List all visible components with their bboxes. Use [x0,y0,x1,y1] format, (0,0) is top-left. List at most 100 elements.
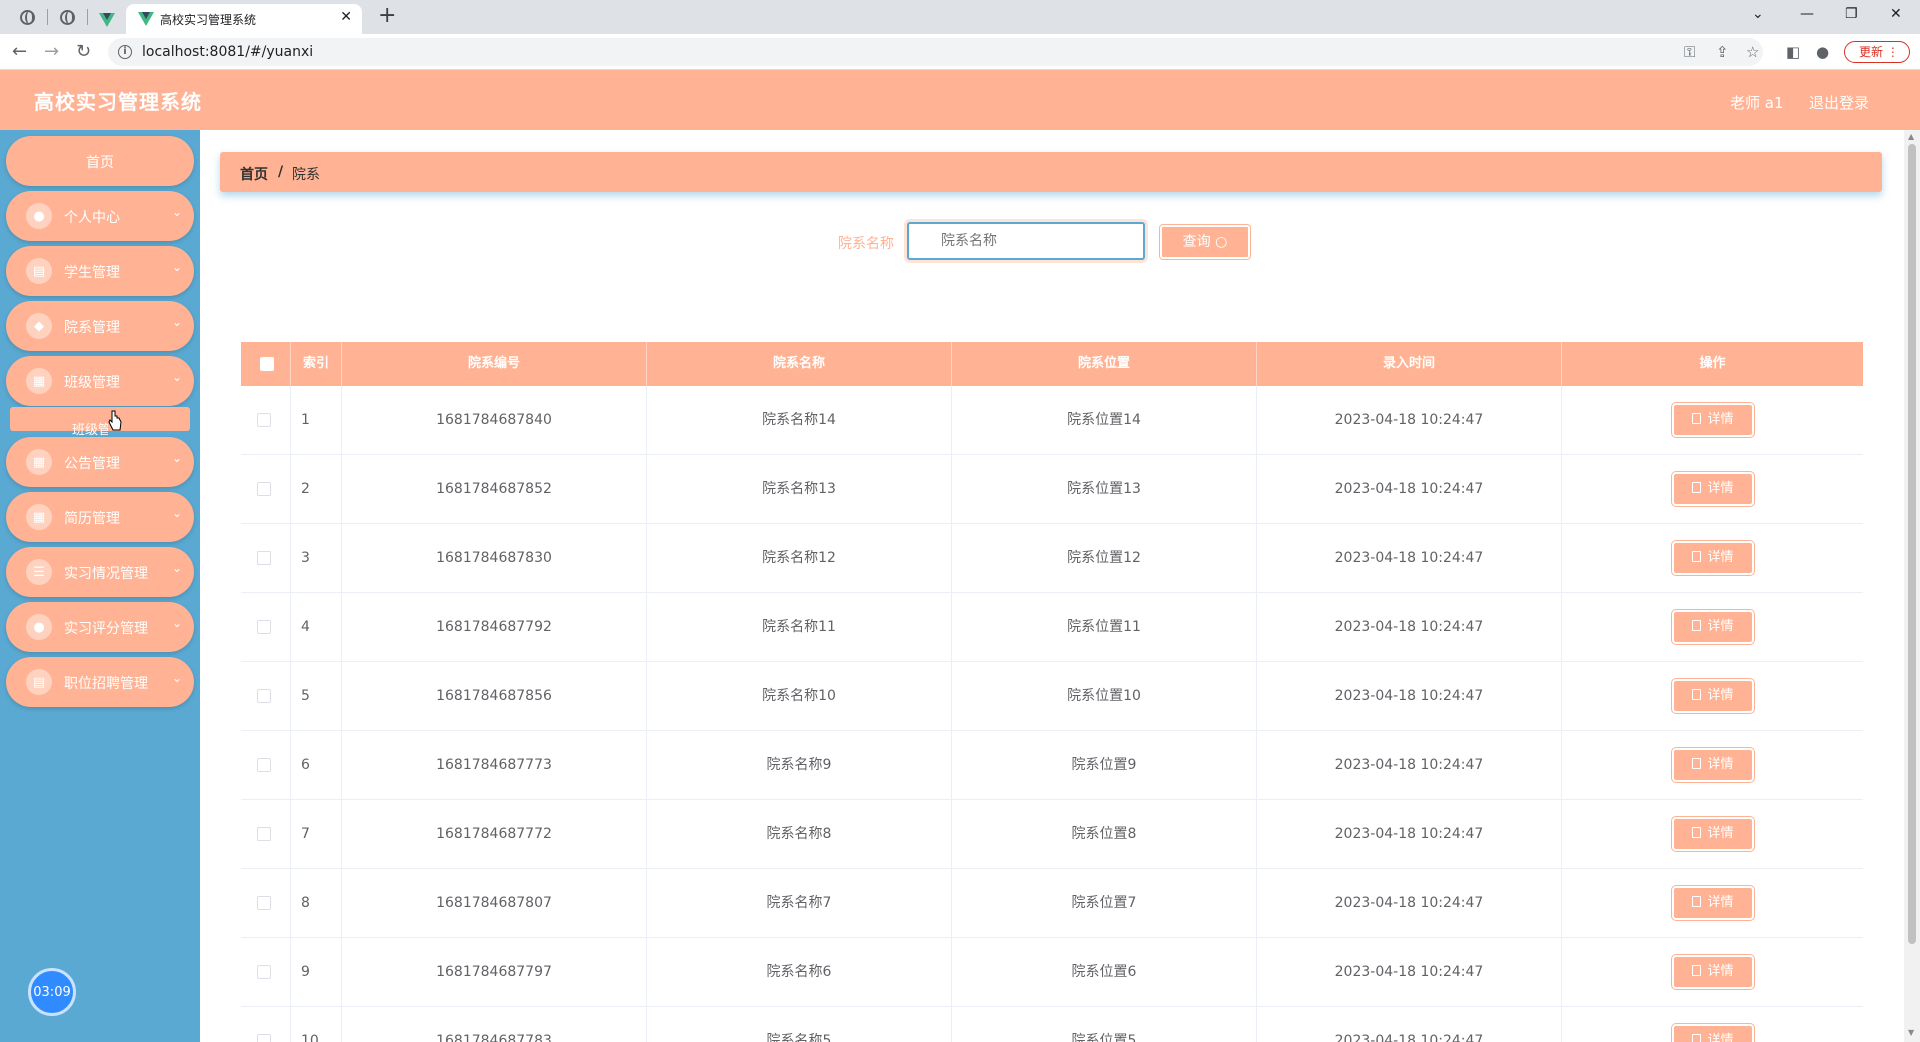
bookmark-star-icon[interactable]: ☆ [1746,43,1759,61]
timer-badge[interactable]: 03:09 [28,968,76,1016]
active-tab[interactable]: 高校实习管理系统 ✕ [126,4,362,34]
search-icon: ○ [1215,234,1228,250]
row-checkbox[interactable] [257,896,271,910]
share-icon[interactable]: ⇪ [1716,43,1729,61]
sidebar-item-label: 实习情况管理 [64,566,148,582]
sidebar-item-internship-scores[interactable]: ● 实习评分管理 ⌄ [6,602,194,652]
cell-location: 院系位置7 [952,869,1257,937]
url-field[interactable]: i localhost:8081/#/yuanxi [108,38,1763,66]
cell-index: 10 [291,1007,342,1042]
table-row[interactable]: 3 1681784687830 院系名称12 院系位置12 2023-04-18 10:… [241,524,1863,593]
clipboard-icon: ▤ [26,669,52,695]
row-checkbox[interactable] [257,413,271,427]
close-window-button[interactable]: ✕ [1890,6,1902,22]
row-checkbox[interactable] [257,482,271,496]
scrollbar-thumb[interactable] [1908,144,1916,944]
page-scrollbar[interactable]: ▲ ▼ [1904,130,1920,1042]
breadcrumb-home[interactable]: 首页 [240,164,268,184]
row-checkbox[interactable] [257,689,271,703]
detail-button[interactable]: 详情 [1672,472,1754,506]
departments-table: 索引 院系编号 院系名称 院系位置 录入时间 操作 1 1681784687840… [241,342,1863,1042]
sidebar-item-profile[interactable]: ● 个人中心 ⌄ [6,191,194,241]
select-all-checkbox[interactable] [260,357,274,371]
cell-code: 1681784687797 [342,938,647,1006]
detail-button-label: 详情 [1707,895,1734,910]
table-row[interactable]: 2 1681784687852 院系名称13 院系位置13 2023-04-18 10:… [241,455,1863,524]
detail-button-label: 详情 [1707,688,1734,703]
scroll-up-icon[interactable]: ▲ [1908,132,1914,141]
tab-title: 高校实习管理系统 [160,13,257,27]
detail-button[interactable]: 详情 [1672,886,1754,920]
detail-button[interactable]: 详情 [1672,541,1754,575]
sidebar-item-students[interactable]: ▤ 学生管理 ⌄ [6,246,194,296]
update-button[interactable]: 更新 ⋮ [1844,41,1910,63]
pinned-tab-1[interactable] [12,5,42,29]
table-row[interactable]: 8 1681784687807 院系名称7 院系位置7 2023-04-18 10:24… [241,869,1863,938]
sidebar-item-announcements[interactable]: ▦ 公告管理 ⌄ [6,437,194,487]
sidebar-item-label: 公告管理 [64,456,120,472]
table-row[interactable]: 5 1681784687856 院系名称10 院系位置10 2023-04-18 10:… [241,662,1863,731]
sidebar-item-home[interactable]: 首页 [6,136,194,186]
tab-search-icon[interactable]: ⌄ [1752,6,1764,22]
row-checkbox[interactable] [257,551,271,565]
table-row[interactable]: 4 1681784687792 院系名称11 院系位置11 2023-04-18 10:… [241,593,1863,662]
detail-button[interactable]: 详情 [1672,817,1754,851]
select-all-cell [241,342,291,386]
submenu-item-classes[interactable]: 班级管理 [10,407,190,438]
sidebar-item-internship-status[interactable]: ☰ 实习情况管理 ⌄ [6,547,194,597]
detail-button[interactable]: 详情 [1672,610,1754,644]
cell-time: 2023-04-18 10:24:47 [1257,938,1562,1006]
key-icon[interactable]: ⚿ [1684,43,1695,61]
grid-icon: ▦ [26,449,52,475]
detail-button[interactable]: 详情 [1672,403,1754,437]
document-icon [1692,827,1702,838]
new-tab-button[interactable]: + [378,3,396,28]
pinned-tab-3[interactable] [92,5,122,29]
side-panel-icon[interactable]: ◧ [1786,43,1800,61]
info-icon[interactable]: i [118,45,132,59]
sidebar-item-job-postings[interactable]: ▤ 职位招聘管理 ⌄ [6,657,194,707]
row-checkbox[interactable] [257,827,271,841]
sidebar-item-classes[interactable]: ▦ 班级管理 ⌄ [6,356,194,406]
current-user: 老师 a1 [1730,94,1784,112]
cell-location: 院系位置10 [952,662,1257,730]
sidebar-item-label: 首页 [86,155,114,171]
detail-button[interactable]: 详情 [1672,748,1754,782]
close-tab-icon[interactable]: ✕ [340,9,352,25]
row-select-cell [241,524,291,592]
logout-link[interactable]: 退出登录 [1809,92,1869,113]
detail-button[interactable]: 详情 [1672,679,1754,713]
detail-button[interactable]: 详情 [1672,1024,1754,1042]
restore-button[interactable]: ❐ [1845,6,1858,22]
cell-location: 院系位置14 [952,386,1257,454]
row-checkbox[interactable] [257,1034,271,1042]
forward-button[interactable]: → [44,41,59,62]
minimize-button[interactable]: — [1800,6,1814,22]
table-row[interactable]: 7 1681784687772 院系名称8 院系位置8 2023-04-18 10:24… [241,800,1863,869]
cell-name: 院系名称13 [647,455,952,523]
table-row[interactable]: 10 1681784687783 院系名称5 院系位置5 2023-04-18 10:2… [241,1007,1863,1042]
document-icon [1692,620,1702,631]
scroll-down-icon[interactable]: ▼ [1908,1028,1914,1037]
column-header: 索引 [291,342,342,386]
pinned-tab-2[interactable] [52,5,82,29]
reload-button[interactable]: ↻ [76,41,91,62]
profile-icon[interactable]: ● [1816,43,1829,61]
location-icon: ◆ [26,313,52,339]
row-checkbox[interactable] [257,620,271,634]
row-select-cell [241,731,291,799]
cell-location: 院系位置12 [952,524,1257,592]
table-row[interactable]: 6 1681784687773 院系名称9 院系位置9 2023-04-18 10:24… [241,731,1863,800]
sidebar-item-resumes[interactable]: ▦ 简历管理 ⌄ [6,492,194,542]
row-checkbox[interactable] [257,758,271,772]
back-button[interactable]: ← [12,41,27,62]
sidebar-item-departments[interactable]: ◆ 院系管理 ⌄ [6,301,194,351]
table-row[interactable]: 1 1681784687840 院系名称14 院系位置14 2023-04-18 10:… [241,386,1863,455]
detail-button[interactable]: 详情 [1672,955,1754,989]
search-button[interactable]: 查询 ○ [1160,225,1250,259]
search-input[interactable] [907,222,1145,260]
row-checkbox[interactable] [257,965,271,979]
cell-index: 8 [291,869,342,937]
table-row[interactable]: 9 1681784687797 院系名称6 院系位置6 2023-04-18 10:24… [241,938,1863,1007]
cell-name: 院系名称6 [647,938,952,1006]
